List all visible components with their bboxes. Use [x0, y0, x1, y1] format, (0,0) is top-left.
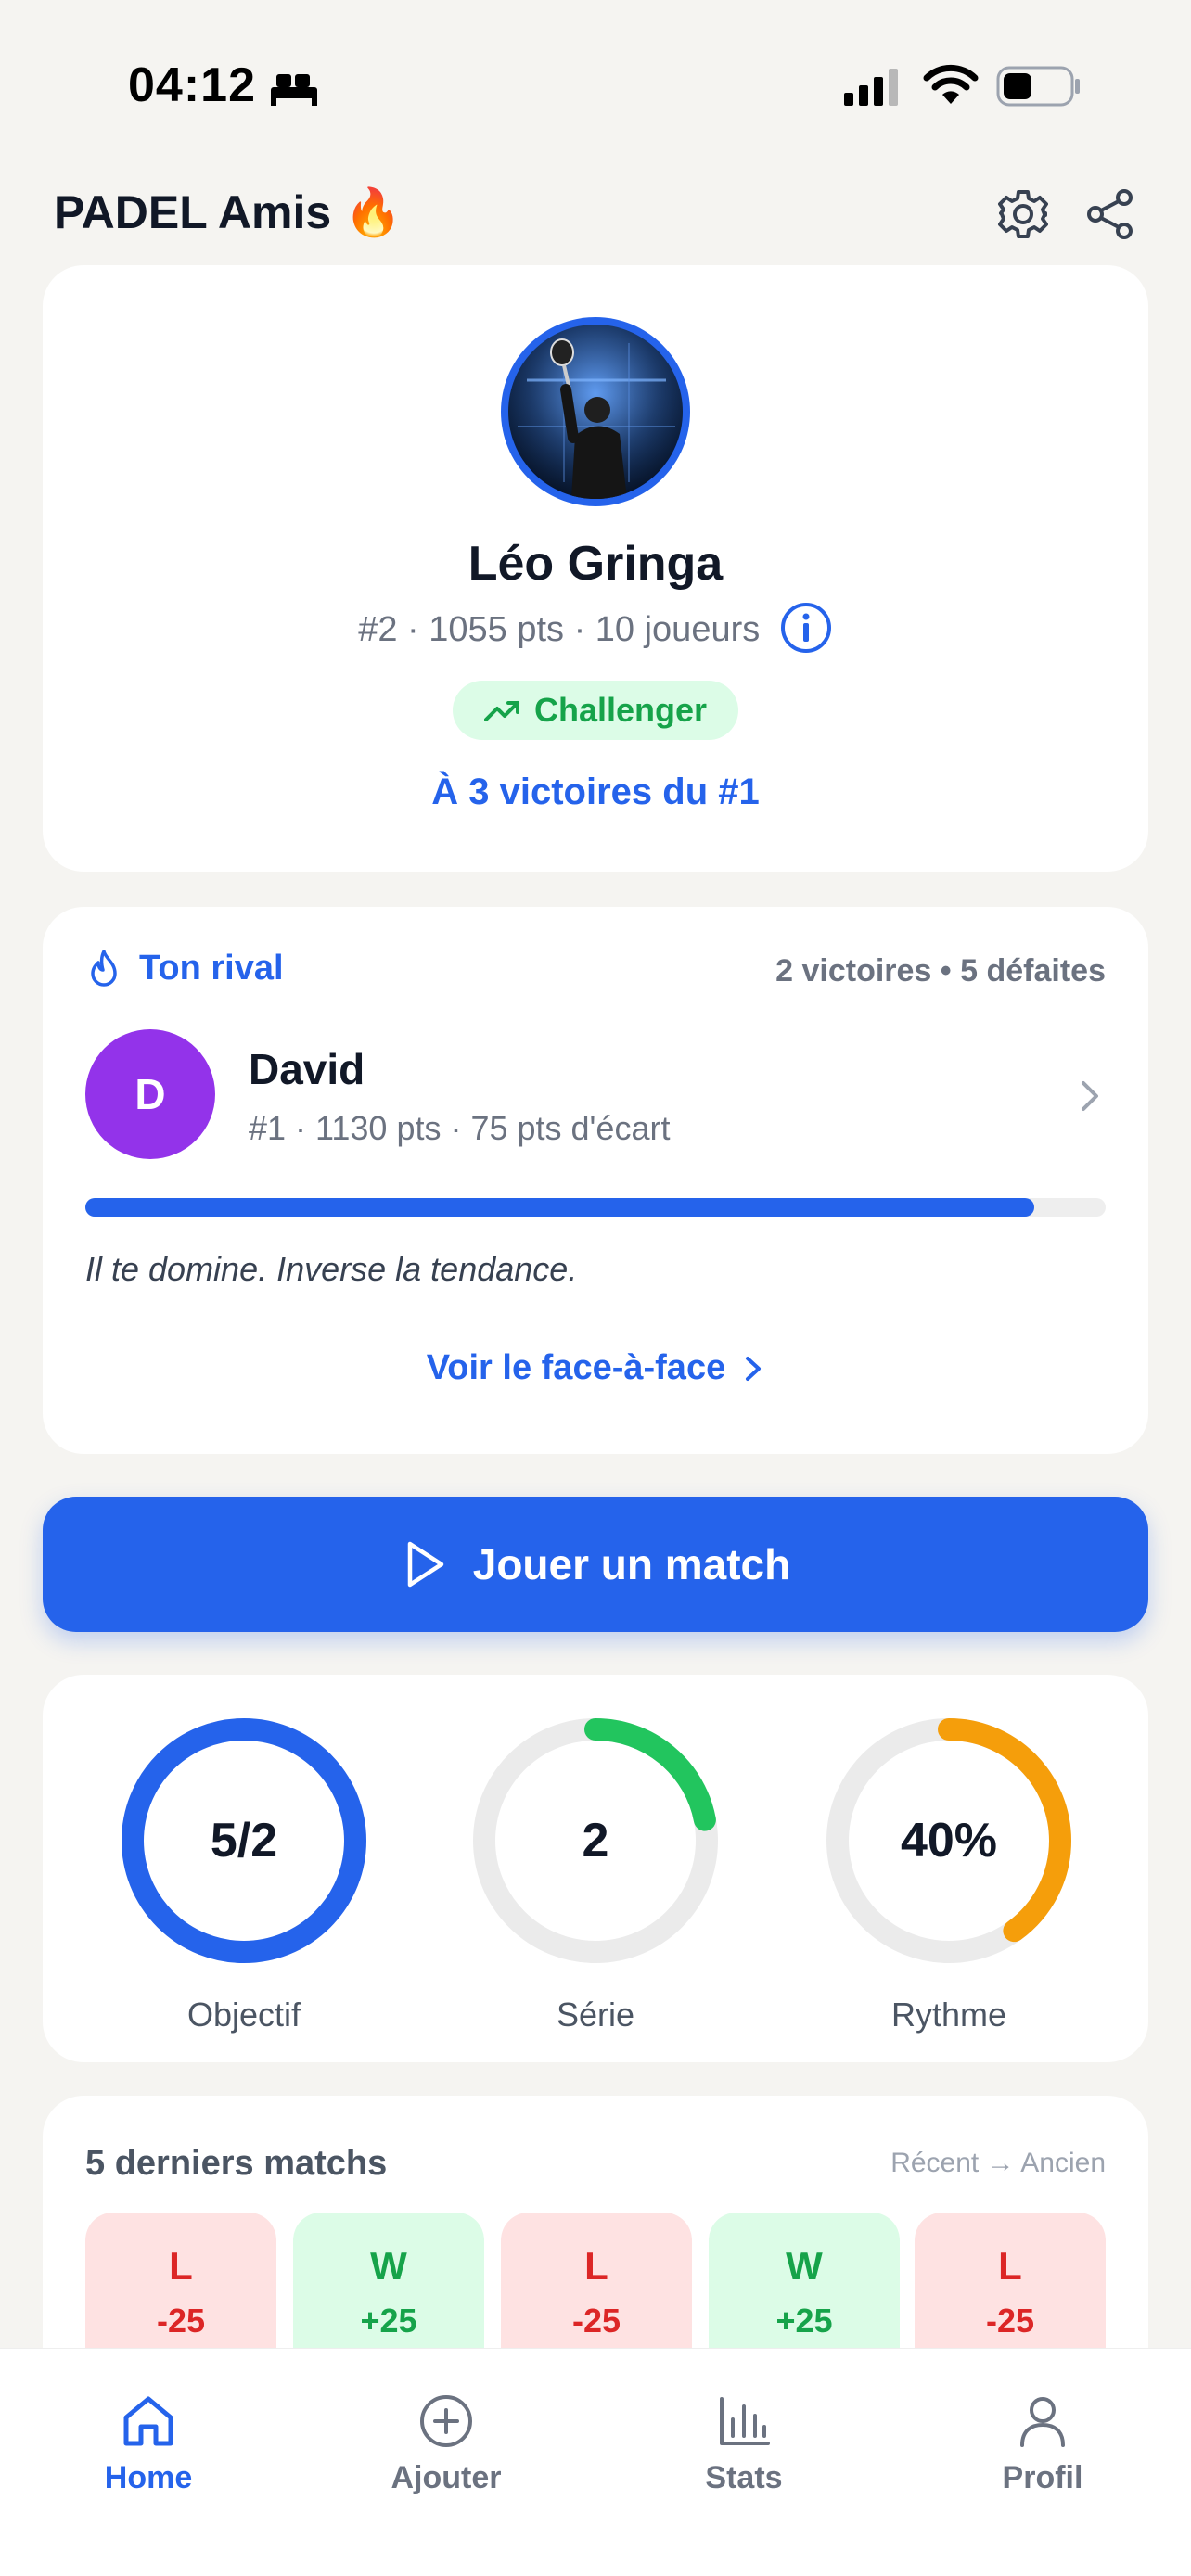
recent-matches-title: 5 derniers matchs: [85, 2144, 388, 2183]
avatar[interactable]: [501, 317, 690, 506]
match-delta: -25: [156, 2302, 206, 2340]
page-title: PADEL Amis 🔥: [54, 185, 403, 239]
rival-record: 2 victoires • 5 défaites: [775, 953, 1106, 988]
flame-icon: [91, 950, 117, 987]
play-match-label: Jouer un match: [472, 1540, 791, 1588]
head-to-head-label: Voir le face-à-face: [426, 1348, 726, 1387]
rival-progress-fill: [85, 1198, 1034, 1217]
goal-ring-objectif: 5/2: [119, 1715, 369, 1966]
fire-emoji: 🔥: [344, 185, 403, 239]
goal-label: Objectif: [186, 1996, 301, 2034]
match-delta: +25: [360, 2302, 417, 2340]
goal-value: 5/2: [210, 1814, 278, 1868]
plus-circle-icon: [420, 2395, 472, 2447]
tab-label: Ajouter: [391, 2460, 502, 2495]
chevron-right-icon: [1082, 1081, 1098, 1111]
tier-label: Challenger: [533, 691, 708, 729]
gear-icon[interactable]: [996, 187, 1050, 241]
tab-bar: Home Ajouter Stats Profil: [0, 2348, 1191, 2576]
share-icon[interactable]: [1083, 187, 1137, 241]
tab-label: Home: [104, 2460, 193, 2495]
home-icon: [123, 2396, 173, 2446]
match-result: L: [998, 2244, 1022, 2288]
bar-chart-icon: [720, 2397, 770, 2445]
rival-row[interactable]: D David #1 · 1130 pts · 75 pts d'écart: [85, 1029, 1106, 1163]
rival-header: Ton rival: [85, 948, 284, 988]
player-meta-text: #2 · 1055 pts · 10 joueurs: [358, 610, 761, 650]
rival-label: Ton rival: [139, 948, 284, 988]
match-result: L: [169, 2244, 193, 2288]
tab-label: Profil: [1002, 2460, 1083, 2495]
status-time: 04:12: [128, 58, 256, 112]
battery-icon: [996, 66, 1080, 107]
goal-ring-rythme: 40%: [824, 1715, 1074, 1966]
goal-label: Rythme: [890, 1996, 1007, 2034]
goal-label: Série: [556, 1996, 635, 2034]
player-name: Léo Gringa: [467, 537, 724, 591]
gap-to-first: À 3 victoires du #1: [431, 772, 760, 812]
trending-up-icon: [483, 701, 519, 721]
head-to-head-link[interactable]: Voir le face-à-face: [43, 1348, 1148, 1388]
info-icon[interactable]: [779, 601, 833, 655]
tab-label: Stats: [705, 2460, 783, 2495]
chevron-right-icon: [746, 1356, 762, 1381]
match-result: W: [370, 2244, 407, 2288]
user-icon: [1020, 2397, 1065, 2447]
goal-value: 40%: [900, 1814, 998, 1868]
status-bar: 04:12: [0, 0, 1191, 139]
rival-stats: #1 · 1130 pts · 75 pts d'écart: [249, 1109, 671, 1147]
rival-avatar: D: [85, 1029, 215, 1159]
cellular-signal-icon: [844, 69, 898, 106]
tab-stats[interactable]: Stats: [651, 2391, 837, 2496]
recent-matches-order: Récent → Ancien: [890, 2148, 1106, 2178]
goal-value: 2: [582, 1814, 609, 1868]
tier-badge: Challenger: [453, 681, 738, 740]
match-delta: -25: [985, 2302, 1035, 2340]
tab-profil[interactable]: Profil: [950, 2391, 1135, 2496]
play-match-button[interactable]: Jouer un match: [43, 1497, 1148, 1632]
rival-progress-bar: [85, 1198, 1106, 1217]
match-delta: +25: [775, 2302, 833, 2340]
goals-card: 5/2 Objectif 2 Série 40% Rythme: [43, 1675, 1148, 2062]
tab-home[interactable]: Home: [56, 2391, 241, 2496]
tab-ajouter[interactable]: Ajouter: [353, 2391, 539, 2496]
goal-ring-serie: 2: [470, 1715, 721, 1966]
profile-card: Léo Gringa #2 · 1055 pts · 10 joueurs Ch…: [43, 265, 1148, 872]
rival-tagline: Il te domine. Inverse la tendance.: [85, 1250, 578, 1288]
match-result: W: [786, 2244, 823, 2288]
match-delta: -25: [571, 2302, 621, 2340]
play-icon: [407, 1541, 443, 1588]
match-result: L: [584, 2244, 608, 2288]
rival-name: David: [249, 1045, 365, 1093]
avatar-photo: [508, 325, 683, 499]
bed-icon: [271, 74, 317, 106]
player-meta: #2 · 1055 pts · 10 joueurs: [43, 603, 1148, 655]
rival-card: Ton rival 2 victoires • 5 défaites D Dav…: [43, 907, 1148, 1454]
wifi-icon: [923, 64, 979, 104]
